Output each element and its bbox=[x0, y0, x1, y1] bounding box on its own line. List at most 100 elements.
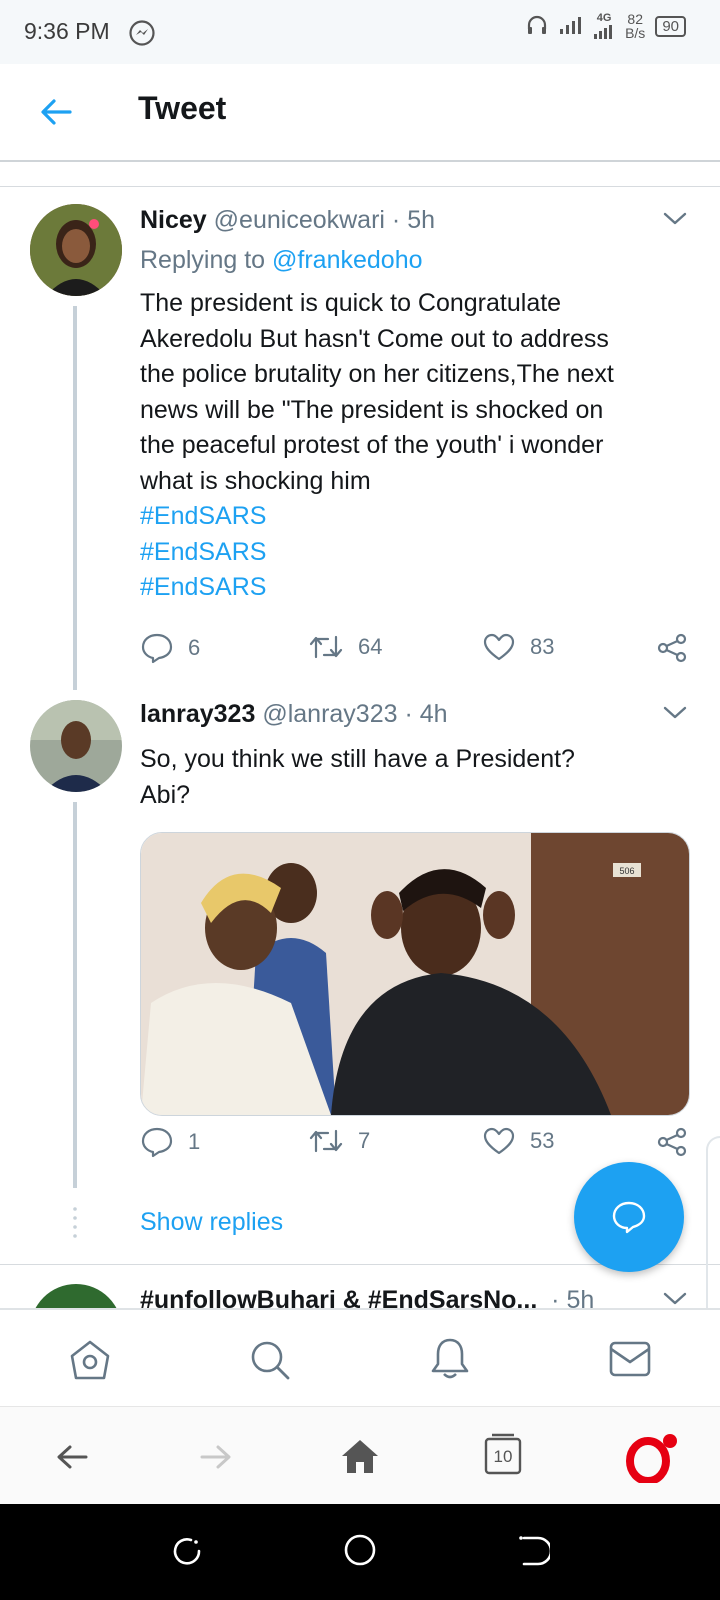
net-speed-unit: B/s bbox=[625, 25, 646, 41]
heart-icon bbox=[483, 633, 515, 661]
messenger-icon bbox=[128, 19, 156, 52]
avatar[interactable] bbox=[30, 204, 122, 296]
replying-to: Replying to @frankedoho bbox=[140, 246, 423, 275]
replying-label: Replying to bbox=[140, 246, 266, 274]
reply-count: 6 bbox=[188, 635, 201, 660]
retweet-count: 7 bbox=[358, 1128, 371, 1153]
browser-tabs-button[interactable]: 10 bbox=[484, 1433, 522, 1475]
tweet-text-line: Akeredolu But hasn't Come out to address bbox=[140, 324, 609, 353]
show-replies-link[interactable]: Show replies bbox=[140, 1208, 283, 1237]
hashtag-link[interactable]: #EndSARS bbox=[140, 499, 680, 535]
status-bar: 9:36 PM 4G 82 B/s 90 bbox=[0, 0, 720, 64]
browser-toolbar: 10 bbox=[0, 1406, 720, 1505]
search-icon[interactable] bbox=[248, 1338, 292, 1387]
reply-button[interactable]: 6 bbox=[140, 632, 200, 664]
hashtag-link[interactable]: #EndSARS bbox=[140, 535, 680, 571]
tweet-text-line: Abi? bbox=[140, 780, 191, 809]
battery-level: 90 bbox=[655, 15, 686, 37]
page-title: Tweet bbox=[138, 90, 227, 126]
comment-bubble-icon bbox=[141, 633, 173, 664]
door-number-plate: 506 bbox=[619, 866, 634, 876]
status-right: 4G 82 B/s 90 bbox=[525, 12, 686, 40]
system-nav-bar bbox=[0, 1504, 720, 1600]
retweet-count: 64 bbox=[358, 634, 383, 659]
net-speed: 82 B/s bbox=[625, 12, 645, 40]
top-header: Tweet bbox=[0, 64, 720, 162]
signal-bars-icon bbox=[594, 25, 613, 39]
tweet-header: Nicey @euniceokwari · 5h bbox=[140, 206, 435, 235]
reply-fab-button[interactable] bbox=[574, 1162, 684, 1272]
net-speed-value: 82 bbox=[627, 11, 643, 27]
thread-line bbox=[73, 802, 77, 1188]
share-icon bbox=[657, 1127, 687, 1157]
author-name[interactable]: #unfollowBuhari & #EndSarsNo... bbox=[140, 1286, 537, 1308]
tweet-text-line: The president is quick to Congratulate bbox=[140, 289, 562, 317]
like-count: 83 bbox=[530, 634, 555, 659]
home-circle-icon[interactable] bbox=[342, 1532, 378, 1573]
network-type: 4G bbox=[596, 12, 612, 24]
author-name[interactable]: lanray323 bbox=[140, 700, 255, 728]
bell-icon[interactable] bbox=[428, 1336, 472, 1387]
browser-home-icon[interactable] bbox=[340, 1437, 380, 1480]
status-time: 9:36 PM bbox=[24, 18, 110, 44]
author-handle[interactable]: @euniceokwari bbox=[214, 206, 385, 234]
separator-dot: · bbox=[544, 1286, 560, 1308]
thread-line bbox=[73, 306, 77, 690]
browser-forward-icon[interactable] bbox=[198, 1439, 234, 1480]
tweet-time: 4h bbox=[419, 700, 448, 728]
tabs-count: 10 bbox=[493, 1447, 513, 1466]
network-indicator: 4G bbox=[593, 12, 615, 40]
separator-dot: · bbox=[391, 206, 401, 234]
media-photo: 506 bbox=[141, 833, 689, 1115]
like-button[interactable]: 83 bbox=[482, 632, 554, 662]
author-handle[interactable]: @lanray323 bbox=[262, 700, 397, 728]
back-arrow-icon[interactable] bbox=[38, 94, 74, 135]
like-count: 53 bbox=[530, 1128, 555, 1153]
thread-dots bbox=[73, 1206, 77, 1240]
system-back-icon[interactable] bbox=[516, 1534, 553, 1573]
like-button[interactable]: 53 bbox=[482, 1126, 554, 1156]
headphones-icon bbox=[525, 13, 549, 40]
retweet-icon bbox=[309, 1129, 343, 1153]
tweet-media-image[interactable]: 506 bbox=[140, 832, 690, 1116]
envelope-icon[interactable] bbox=[608, 1340, 652, 1383]
bottom-nav bbox=[0, 1308, 720, 1408]
reply-count: 1 bbox=[188, 1129, 201, 1154]
divider bbox=[0, 186, 720, 187]
chevron-down-icon[interactable] bbox=[662, 1290, 688, 1308]
retweet-icon bbox=[309, 635, 343, 659]
tweet-body: The president is quick to Congratulate A… bbox=[140, 286, 680, 606]
author-name[interactable]: Nicey bbox=[140, 206, 207, 234]
avatar[interactable] bbox=[30, 700, 122, 792]
share-button[interactable] bbox=[656, 632, 688, 664]
tweet-body: So, you think we still have a President?… bbox=[140, 742, 680, 813]
next-tweet-peek: #unfollowBuhari & #EndSarsNo... · 5h bbox=[0, 1264, 720, 1308]
comment-bubble-icon bbox=[141, 1127, 173, 1158]
share-icon bbox=[657, 633, 687, 663]
compose-reply-icon bbox=[612, 1201, 646, 1234]
tweet-text-line: the peaceful protest of the youth' i won… bbox=[140, 431, 604, 459]
home-icon[interactable] bbox=[68, 1338, 112, 1387]
retweet-button[interactable]: 7 bbox=[308, 1126, 370, 1156]
chevron-down-icon[interactable] bbox=[662, 210, 688, 233]
tweet-time: 5h bbox=[407, 206, 436, 234]
tweet-header: lanray323 @lanray323 · 4h bbox=[140, 700, 448, 729]
recents-icon[interactable] bbox=[170, 1534, 204, 1573]
signal-icon bbox=[559, 15, 583, 38]
tweet-text-line: So, you think we still have a President? bbox=[140, 745, 575, 773]
opera-menu-icon[interactable] bbox=[626, 1433, 678, 1488]
avatar[interactable] bbox=[30, 1284, 122, 1308]
heart-icon bbox=[483, 1127, 515, 1155]
tweet-header: #unfollowBuhari & #EndSarsNo... · 5h bbox=[140, 1286, 594, 1308]
browser-back-icon[interactable] bbox=[54, 1439, 90, 1480]
tweet-time: 5h bbox=[566, 1286, 595, 1308]
share-button[interactable] bbox=[656, 1126, 688, 1158]
hashtag-link[interactable]: #EndSARS bbox=[140, 570, 680, 606]
reply-button[interactable]: 1 bbox=[140, 1126, 200, 1158]
tweet-text-line: news will be "The president is shocked o… bbox=[140, 395, 604, 424]
tweet-text-line: the police brutality on her citizens,The… bbox=[140, 360, 614, 388]
tweet-text-line: what is shocking him bbox=[140, 466, 371, 495]
retweet-button[interactable]: 64 bbox=[308, 632, 382, 662]
chevron-down-icon[interactable] bbox=[662, 704, 688, 727]
replying-handle-link[interactable]: @frankedoho bbox=[272, 246, 422, 274]
